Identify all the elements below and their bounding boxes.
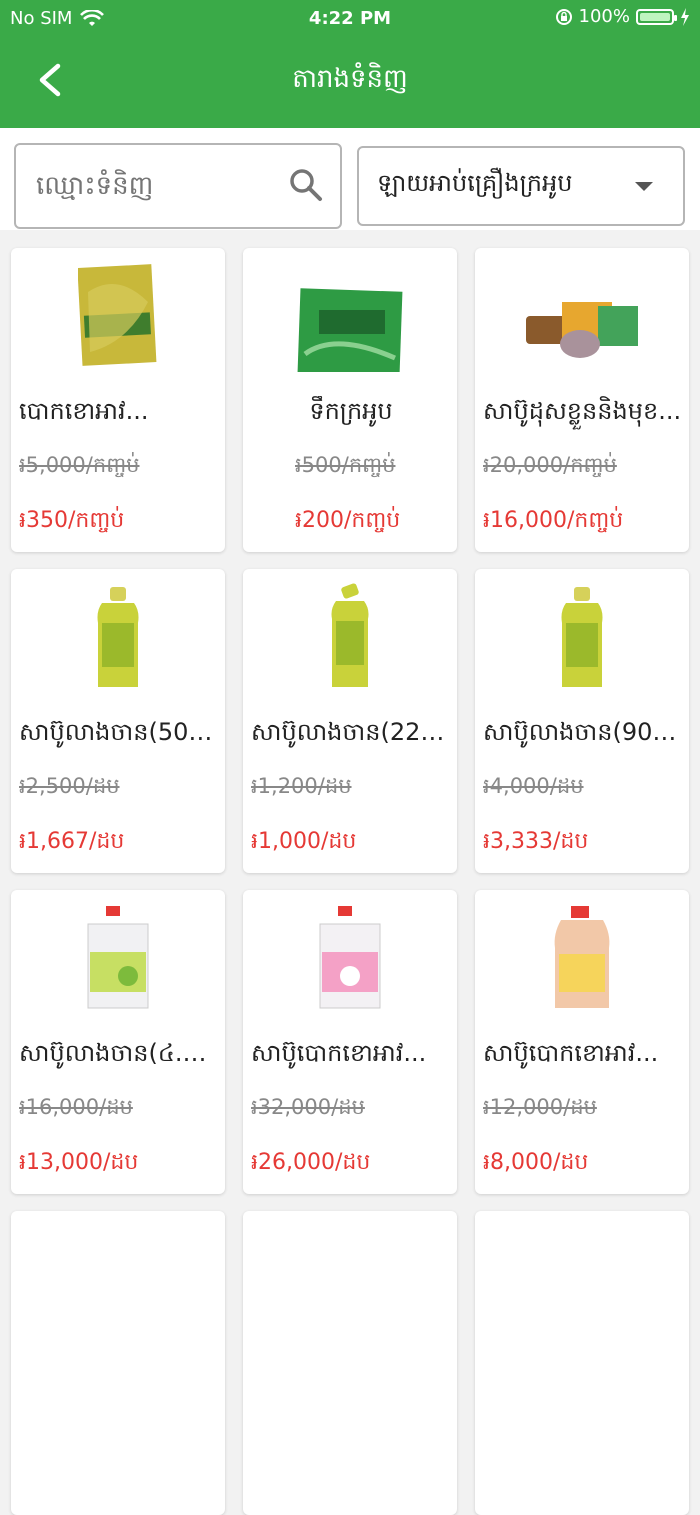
product-new-price: ៛3,333/ដប [483, 829, 589, 854]
jug-icon [87, 906, 149, 1009]
battery-percent: 100% [578, 6, 630, 27]
product-name: សាប៊ូបោកខោអាវ... [251, 1039, 427, 1067]
status-bar: No SIM 4:22 PM 100% [0, 0, 700, 36]
product-old-price: ៛20,000/កញ្ចប់ [483, 453, 617, 477]
product-image [243, 583, 457, 693]
product-card[interactable]: សាប៊ូលាងចាន(900... ៛4,000/ដប ៛3,333/ដប [475, 569, 689, 873]
product-old-price: ៛32,000/ដប [251, 1095, 365, 1119]
product-new-price: ៛1,667/ដប [19, 829, 125, 854]
product-card[interactable]: សាប៊ូលាងចាន(220... ៛1,200/ដប ៛1,000/ដប [243, 569, 457, 873]
product-new-price: ៛8,000/ដប [483, 1150, 589, 1175]
product-image [243, 262, 457, 372]
dish-soap-bottle-icon [97, 587, 139, 687]
product-new-price: ៛26,000/ដប [251, 1150, 371, 1175]
product-new-price: ៛200/កញ្ចប់ [295, 508, 401, 533]
product-image [11, 262, 225, 372]
product-card-partial[interactable] [11, 1211, 225, 1515]
soap-bars-icon [526, 302, 638, 358]
product-new-price: ៛350/កញ្ចប់ [19, 508, 125, 533]
dropdown-arrow-icon [635, 182, 653, 191]
product-new-price: ៛16,000/កញ្ចប់ [483, 508, 624, 533]
product-image [475, 904, 689, 1014]
battery-icon [636, 8, 677, 25]
product-name: សាប៊ូលាងចាន(900... [483, 718, 683, 746]
product-old-price: ៛2,500/ដប [19, 774, 120, 798]
product-new-price: ៛13,000/ដប [19, 1150, 139, 1175]
product-old-price: ៛16,000/ដប [19, 1095, 133, 1119]
product-new-price: ៛1,000/ដប [251, 829, 357, 854]
detergent-packet-icon [78, 264, 157, 366]
detergent-bottle-icon [554, 906, 610, 1008]
product-old-price: ៛1,200/ដប [251, 774, 352, 798]
product-name: សាប៊ូលាងចាន(500... [19, 718, 219, 746]
dish-soap-bottle-icon [561, 587, 603, 687]
filter-bar: ឡាយអាប់គ្រឿងក្រអូប [0, 128, 700, 230]
category-dropdown[interactable]: ឡាយអាប់គ្រឿងក្រអូប [357, 146, 685, 226]
product-image [243, 904, 457, 1014]
product-image [475, 262, 689, 372]
product-name: សាប៊ូដុសខ្លួននិងមុខ... [483, 397, 682, 425]
charging-icon [681, 7, 689, 26]
product-name: សាប៊ូលាងចាន(៤.៥០... [19, 1039, 219, 1067]
dish-soap-bottle-icon [331, 583, 369, 687]
product-card[interactable]: បោកខោអាវ... ៛5,000/កញ្ចប់ ៛350/កញ្ចប់ [11, 248, 225, 552]
product-old-price: ៛4,000/ដប [483, 774, 584, 798]
product-old-price: ៛5,000/កញ្ចប់ [19, 453, 140, 477]
product-card[interactable]: សាប៊ូដុសខ្លួននិងមុខ... ៛20,000/កញ្ចប់ ៛1… [475, 248, 689, 552]
product-old-price: ៛12,000/ដប [483, 1095, 597, 1119]
product-card[interactable]: ទឹកក្រអូប ៛500/កញ្ចប់ ៛200/កញ្ចប់ [243, 248, 457, 552]
product-card[interactable]: សាប៊ូបោកខោអាវ... ៛12,000/ដប ៛8,000/ដប [475, 890, 689, 1194]
page-title: តារាងទំនិញ [292, 64, 408, 94]
product-card[interactable]: សាប៊ូលាងចាន(៤.៥០... ៛16,000/ដប ៛13,000/ដ… [11, 890, 225, 1194]
product-image [11, 583, 225, 693]
product-image [11, 904, 225, 1014]
search-input[interactable] [34, 163, 288, 209]
product-name: ទឹកក្រអូប [309, 397, 393, 425]
search-icon[interactable] [288, 167, 324, 203]
nav-bar: តារាងទំនិញ [0, 50, 700, 110]
product-name: សាប៊ូលាងចាន(220... [251, 718, 451, 746]
product-card[interactable]: សាប៊ូបោកខោអាវ... ៛32,000/ដប ៛26,000/ដប [243, 890, 457, 1194]
product-name: បោកខោអាវ... [19, 397, 149, 425]
search-box[interactable] [14, 143, 342, 229]
orientation-lock-icon [555, 8, 572, 25]
product-card[interactable]: សាប៊ូលាងចាន(500... ៛2,500/ដប ៛1,667/ដប [11, 569, 225, 873]
product-card-partial[interactable] [475, 1211, 689, 1515]
jug-icon [319, 906, 381, 1009]
product-image [475, 583, 689, 693]
app-header: No SIM 4:22 PM 100% តារាងទំនិញ [0, 0, 700, 128]
category-selected: ឡាយអាប់គ្រឿងក្រអូប [377, 169, 573, 197]
status-right: 100% [555, 6, 690, 27]
product-name: សាប៊ូបោកខោអាវ... [483, 1039, 659, 1067]
product-card-partial[interactable] [243, 1211, 457, 1515]
product-old-price: ៛500/កញ្ចប់ [295, 453, 396, 477]
sachet-icon [297, 288, 403, 372]
